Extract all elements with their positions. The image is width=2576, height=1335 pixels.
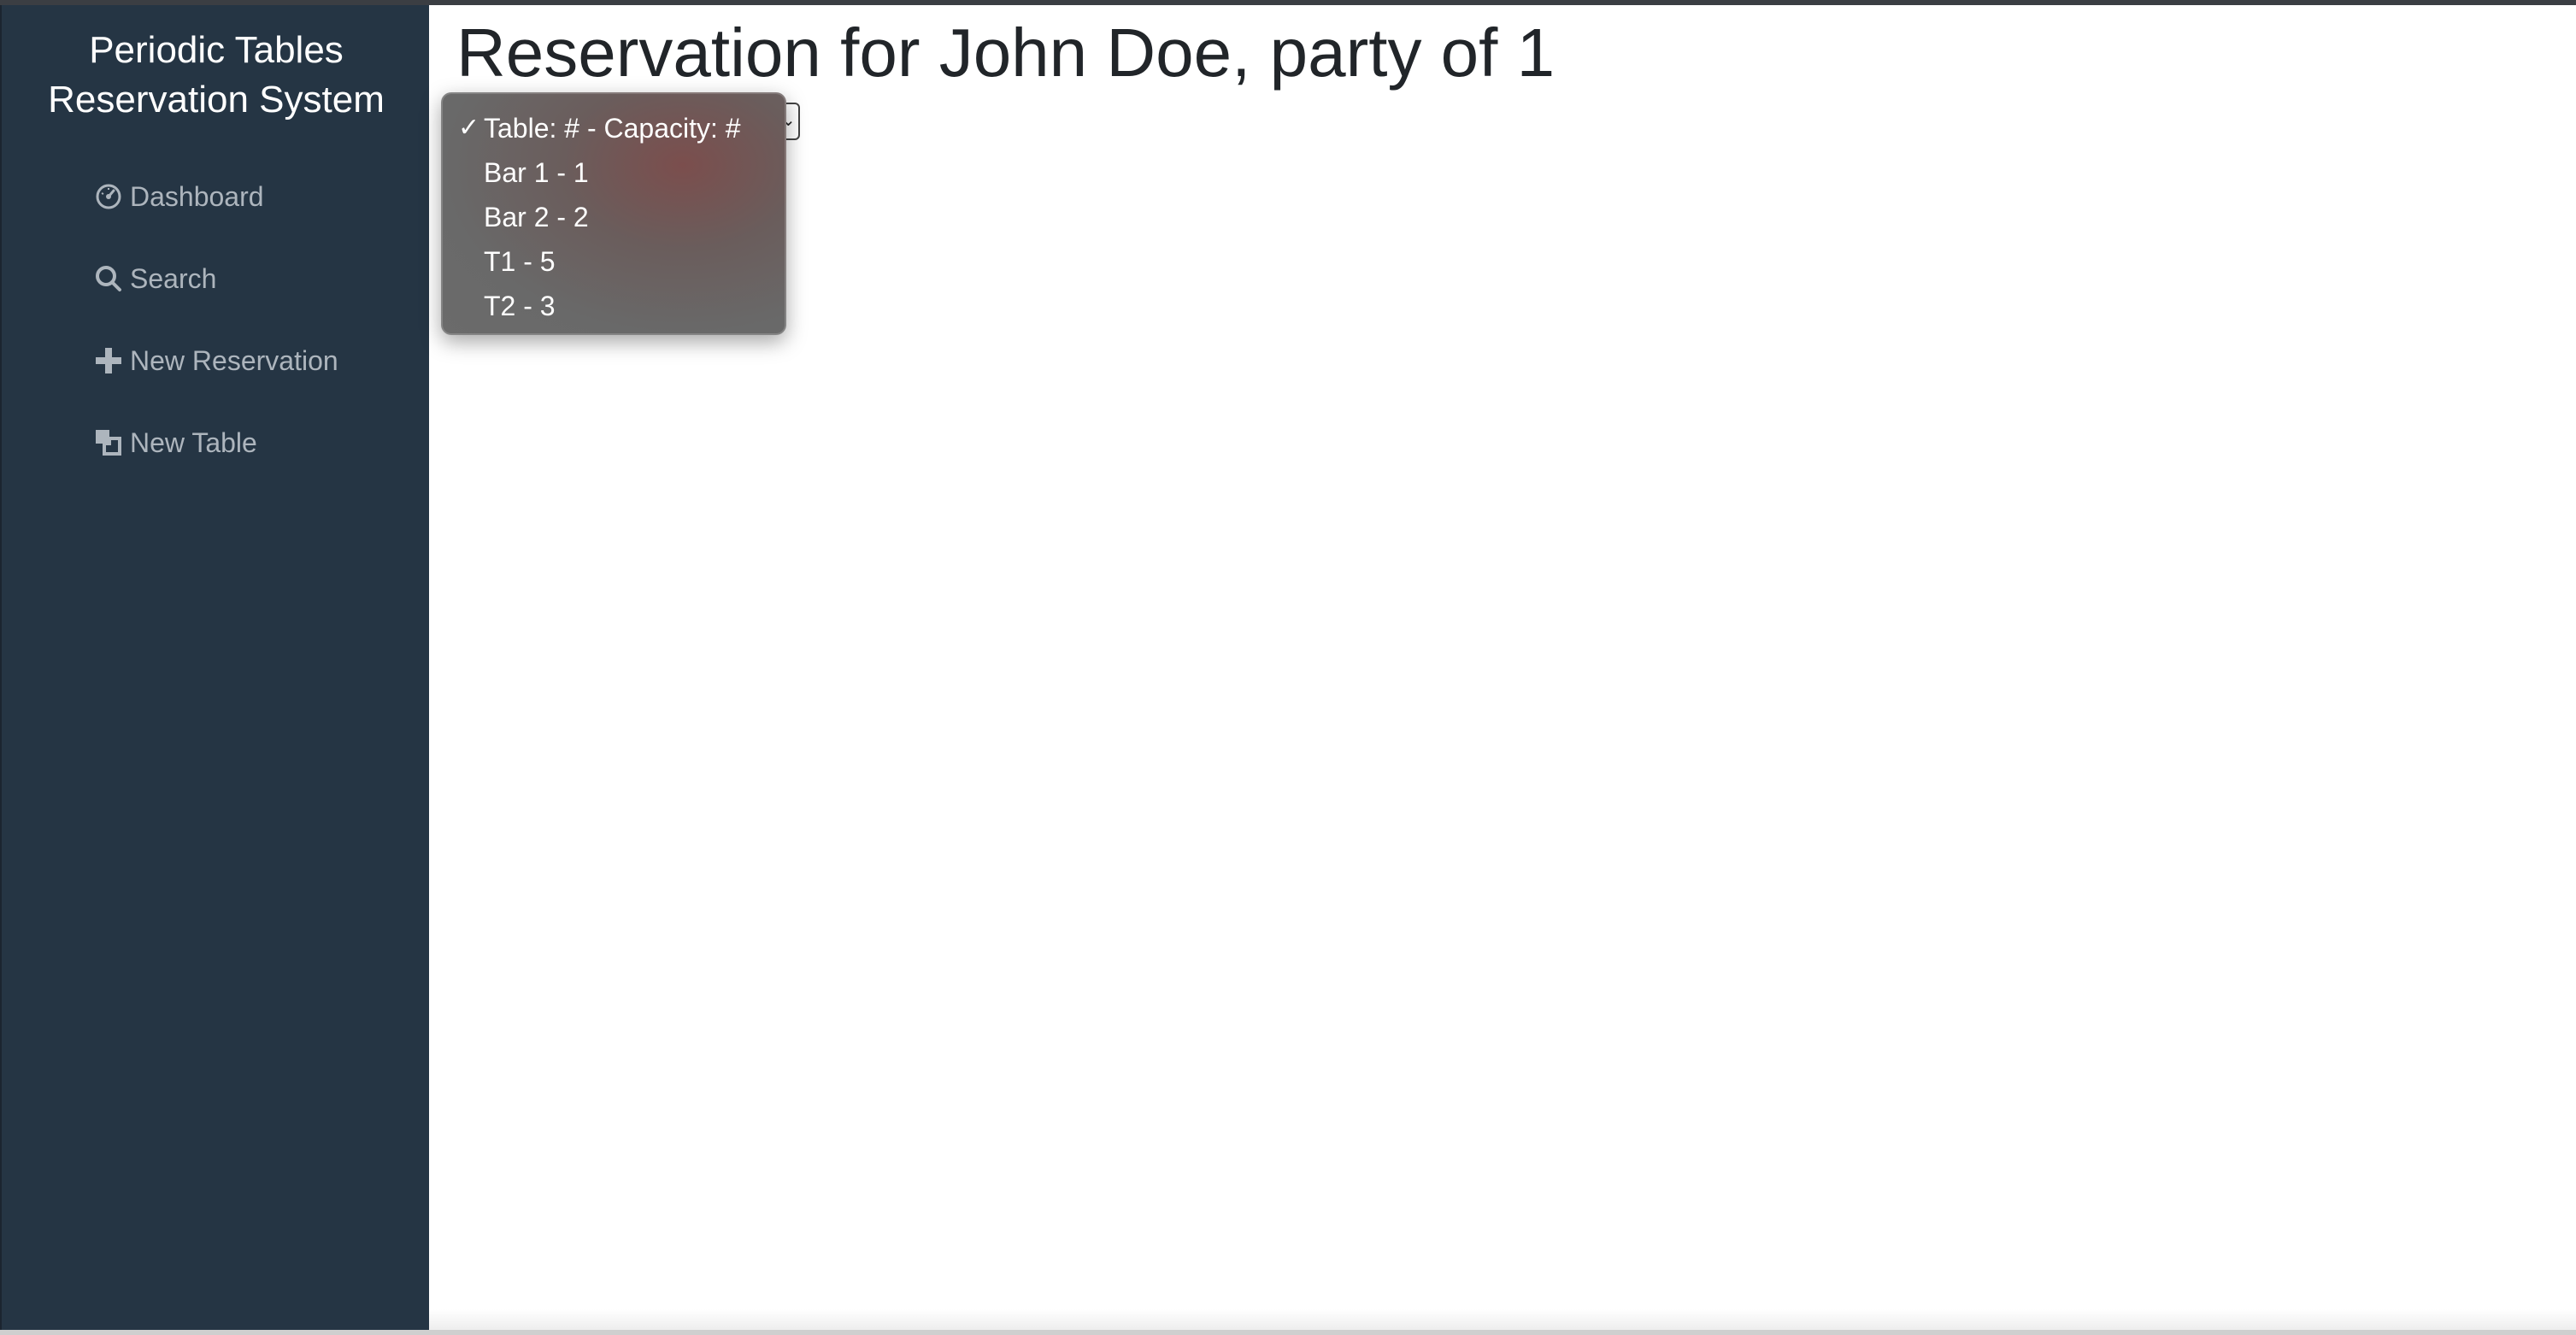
window-bottom-border bbox=[0, 1330, 2576, 1335]
option-label: Table: # - Capacity: # bbox=[484, 113, 741, 144]
sidebar-item-label: Search bbox=[130, 262, 217, 294]
table-option-placeholder[interactable]: ✓ Table: # - Capacity: # bbox=[441, 106, 786, 150]
sidebar-item-dashboard[interactable]: Dashboard bbox=[94, 156, 338, 238]
layers-icon bbox=[94, 428, 123, 457]
option-label: Bar 2 - 2 bbox=[484, 202, 589, 232]
brand-line-2: Reservation System bbox=[48, 79, 385, 121]
table-option[interactable]: T2 - 3 bbox=[441, 284, 786, 328]
sidebar-item-label: New Table bbox=[130, 426, 257, 458]
option-label: Bar 1 - 1 bbox=[484, 157, 589, 188]
dashboard-icon bbox=[94, 182, 123, 211]
sidebar: Periodic Tables Reservation System Dashb… bbox=[0, 5, 429, 1335]
plus-icon bbox=[94, 346, 123, 375]
search-icon bbox=[94, 264, 123, 293]
table-option[interactable]: Bar 1 - 1 bbox=[441, 150, 786, 195]
sidebar-item-label: New Reservation bbox=[130, 344, 338, 376]
sidebar-nav: Dashboard Search New Reservation New Tab… bbox=[94, 156, 338, 484]
table-select-dropdown: ✓ Table: # - Capacity: # Bar 1 - 1 Bar 2… bbox=[441, 92, 786, 335]
page-title: Reservation for John Doe, party of 1 bbox=[456, 15, 1556, 91]
option-label: T2 - 3 bbox=[484, 291, 556, 321]
sidebar-item-search[interactable]: Search bbox=[94, 238, 338, 320]
sidebar-item-new-reservation[interactable]: New Reservation bbox=[94, 320, 338, 402]
table-option[interactable]: Bar 2 - 2 bbox=[441, 195, 786, 239]
brand-title[interactable]: Periodic Tables Reservation System bbox=[2, 26, 431, 125]
app-window: Periodic Tables Reservation System Dashb… bbox=[0, 0, 2576, 1335]
sidebar-item-new-table[interactable]: New Table bbox=[94, 402, 338, 484]
brand-line-1: Periodic Tables bbox=[89, 29, 344, 71]
checkmark-icon: ✓ bbox=[458, 114, 480, 142]
sidebar-item-label: Dashboard bbox=[130, 180, 264, 212]
option-label: T1 - 5 bbox=[484, 246, 556, 277]
table-option[interactable]: T1 - 5 bbox=[441, 239, 786, 284]
